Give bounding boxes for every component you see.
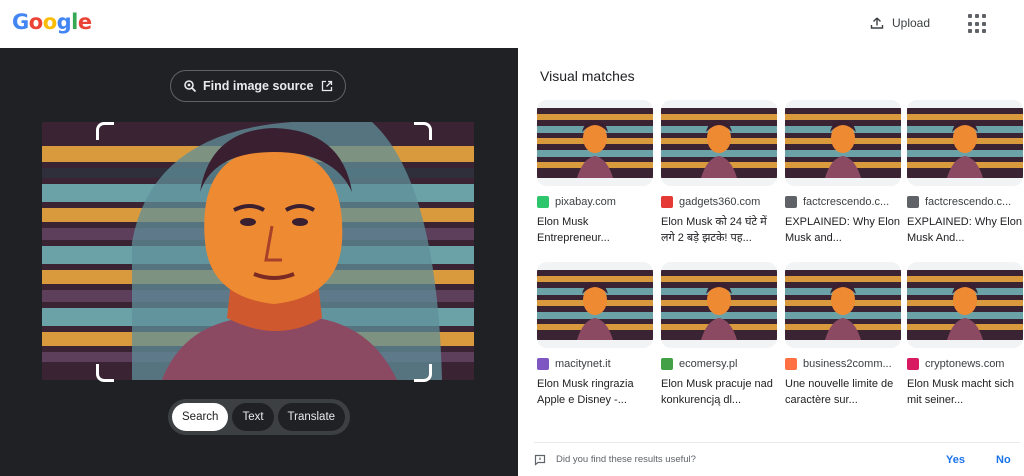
crop-handle-bottom-right[interactable] [414,364,432,382]
match-thumbnail[interactable] [661,100,777,186]
match-source[interactable]: gadgets360.com [661,196,777,208]
feedback-no-button[interactable]: No [996,454,1011,466]
visual-match-card[interactable]: gadgets360.com Elon Musk को 24 घंटे में ल… [661,100,777,246]
source-domain: pixabay.com [555,196,616,208]
match-caption[interactable]: Elon Musk macht sich mit seiner... [907,376,1023,408]
crop-handle-bottom-left[interactable] [96,364,114,382]
site-favicon-icon [907,196,919,208]
crop-handle-top-left[interactable] [96,122,114,140]
crop-handle-top-right[interactable] [414,122,432,140]
match-source[interactable]: factcrescendo.c... [907,196,1023,208]
match-source[interactable]: cryptonews.com [907,358,1023,370]
feedback-icon [534,454,546,466]
match-caption[interactable]: EXPLAINED: Why Elon Musk and... [785,214,901,246]
visual-matches-title: Visual matches [540,68,635,84]
match-caption[interactable]: Elon Musk Entrepreneur... [537,214,653,246]
feedback-bar: Did you find these results useful? Yes N… [534,442,1020,476]
match-source[interactable]: pixabay.com [537,196,653,208]
mode-search-button[interactable]: Search [172,403,229,431]
match-caption[interactable]: EXPLAINED: Why Elon Musk And... [907,214,1023,246]
upload-icon [870,17,884,29]
lens-mode-switcher: Search Text Translate [168,399,350,435]
match-thumbnail[interactable] [537,262,653,348]
lens-image-panel: Find image source Search Text Translate [0,48,518,476]
source-domain: gadgets360.com [679,196,761,208]
match-caption[interactable]: Elon Musk ringrazia Apple e Disney -... [537,376,653,408]
match-source[interactable]: macitynet.it [537,358,653,370]
logo-letter: G [12,10,29,34]
feedback-yes-button[interactable]: Yes [946,454,965,466]
visual-match-card[interactable]: pixabay.com Elon Musk Entrepreneur... [537,100,653,246]
crop-selection-box[interactable] [96,122,432,382]
feedback-question: Did you find these results useful? [556,454,696,465]
match-caption[interactable]: Elon Musk pracuje nad konkurencją dl... [661,376,777,408]
source-domain: business2comm... [803,358,892,370]
match-source[interactable]: business2comm... [785,358,901,370]
visual-match-card[interactable]: factcrescendo.c... EXPLAINED: Why Elon Mu… [785,100,901,246]
match-source[interactable]: factcrescendo.c... [785,196,901,208]
match-thumbnail[interactable] [907,262,1023,348]
logo-letter: o [28,10,43,34]
logo-letter: g [56,10,72,34]
source-domain: factcrescendo.c... [803,196,890,208]
match-thumbnail[interactable] [785,100,901,186]
apps-grid-icon[interactable] [968,14,988,34]
upload-button[interactable]: Upload [870,12,930,34]
visual-match-card[interactable]: cryptonews.com Elon Musk macht sich mit s… [907,262,1023,408]
logo-letter: o [42,10,57,34]
logo-letter: l [71,10,78,34]
results-panel: Visual matches pixabay.com Elon Musk Entr… [518,48,1024,476]
site-favicon-icon [907,358,919,370]
source-domain: factcrescendo.c... [925,196,1012,208]
match-caption[interactable]: Elon Musk को 24 घंटे में लगे 2 बड़े झटके… [661,214,777,246]
open-in-new-icon [321,80,333,92]
site-favicon-icon [537,196,549,208]
source-domain: ecomersy.pl [679,358,738,370]
site-favicon-icon [661,196,673,208]
site-favicon-icon [785,358,797,370]
match-thumbnail[interactable] [661,262,777,348]
site-favicon-icon [785,196,797,208]
upload-label: Upload [892,16,931,30]
site-favicon-icon [537,358,549,370]
match-caption[interactable]: Une nouvelle limite de caractère sur... [785,376,901,408]
find-image-source-button[interactable]: Find image source [170,70,346,102]
mode-text-button[interactable]: Text [232,403,274,431]
visual-match-card[interactable]: ecomersy.pl Elon Musk pracuje nad konkure… [661,262,777,408]
match-thumbnail[interactable] [537,100,653,186]
logo-letter: e [77,10,92,34]
site-favicon-icon [661,358,673,370]
match-thumbnail[interactable] [907,100,1023,186]
source-domain: macitynet.it [555,358,611,370]
visual-match-card[interactable]: factcrescendo.c... EXPLAINED: Why Elon Mu… [907,100,1023,246]
visual-match-card[interactable]: business2comm... Une nouvelle limite de c… [785,262,901,408]
lens-search-icon [184,80,197,93]
match-source[interactable]: ecomersy.pl [661,358,777,370]
mode-translate-button[interactable]: Translate [277,403,346,431]
top-bar: Google Upload [0,0,1024,48]
find-image-source-label: Find image source [203,79,314,93]
google-logo[interactable]: Google [12,10,92,34]
source-domain: cryptonews.com [925,358,1005,370]
match-thumbnail[interactable] [785,262,901,348]
visual-match-card[interactable]: macitynet.it Elon Musk ringrazia Apple e … [537,262,653,408]
